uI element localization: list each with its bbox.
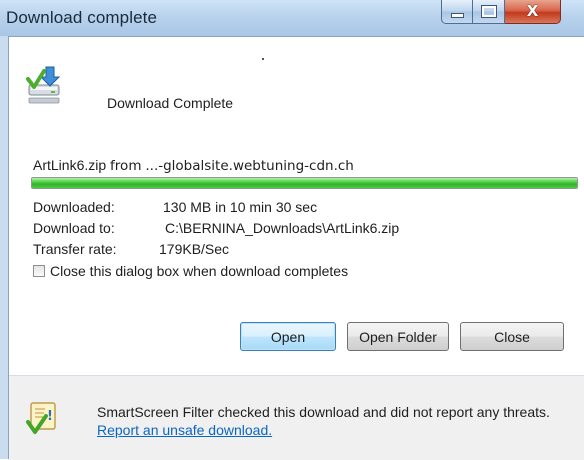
progress-fill — [32, 178, 577, 188]
caption-buttons: X — [441, 0, 561, 26]
header-title: Download Complete — [107, 95, 234, 111]
download-progress-bar — [31, 177, 578, 189]
file-name: ArtLink6.zip — [33, 157, 107, 173]
window-title: Download complete — [6, 8, 158, 27]
close-when-complete-option[interactable]: Close this dialog box when download comp… — [33, 263, 348, 279]
downloaded-label: Downloaded: — [33, 199, 115, 215]
download-to-label: Download to: — [33, 220, 115, 236]
downloaded-row: Downloaded: 130 MB in 10 min 30 sec — [33, 199, 317, 215]
maximize-button[interactable] — [473, 0, 505, 24]
close-window-button[interactable]: X — [505, 0, 561, 24]
close-icon: X — [526, 2, 539, 20]
transfer-rate-value: 179KB/Sec — [159, 241, 230, 257]
download-dialog: Download complete X Download Complete Ar… — [0, 0, 584, 460]
smartscreen-message: SmartScreen Filter checked this download… — [97, 403, 577, 439]
downloaded-value: 130 MB in 10 min 30 sec — [163, 199, 318, 215]
close-when-complete-label: Close this dialog box when download comp… — [50, 263, 349, 279]
download-to-row: Download to: C:\BERNINA_Downloads\ArtLink… — [33, 220, 399, 236]
source-host: ...-globalsite.webtuning-cdn.ch — [145, 158, 354, 174]
dialog-body: Download Complete ArtLink6.zip from ...-… — [8, 36, 584, 460]
transfer-rate-label: Transfer rate: — [33, 241, 117, 257]
file-source-line: ArtLink6.zip from ...-globalsite.webtuni… — [33, 157, 354, 174]
open-button[interactable]: Open — [240, 322, 336, 351]
report-unsafe-link[interactable]: Report an unsafe download. — [97, 422, 272, 438]
title-bar[interactable]: Download complete X — [0, 0, 584, 36]
download-complete-icon — [26, 66, 61, 104]
smartscreen-shield-icon: ! — [26, 402, 56, 434]
open-folder-button[interactable]: Open Folder — [347, 322, 449, 351]
download-to-value: C:\BERNINA_Downloads\ArtLink6.zip — [165, 220, 400, 236]
transfer-rate-row: Transfer rate: 179KB/Sec — [33, 241, 229, 257]
artifact-dot — [262, 58, 264, 60]
maximize-icon — [480, 5, 497, 18]
smartscreen-text: SmartScreen Filter checked this download… — [97, 404, 550, 420]
minimize-icon — [450, 13, 464, 18]
minimize-button[interactable] — [441, 0, 473, 24]
smartscreen-footer: ! SmartScreen Filter checked this downlo… — [9, 376, 584, 460]
close-button[interactable]: Close — [460, 322, 564, 351]
from-label: from — [110, 158, 142, 174]
close-when-complete-checkbox[interactable] — [33, 265, 45, 277]
